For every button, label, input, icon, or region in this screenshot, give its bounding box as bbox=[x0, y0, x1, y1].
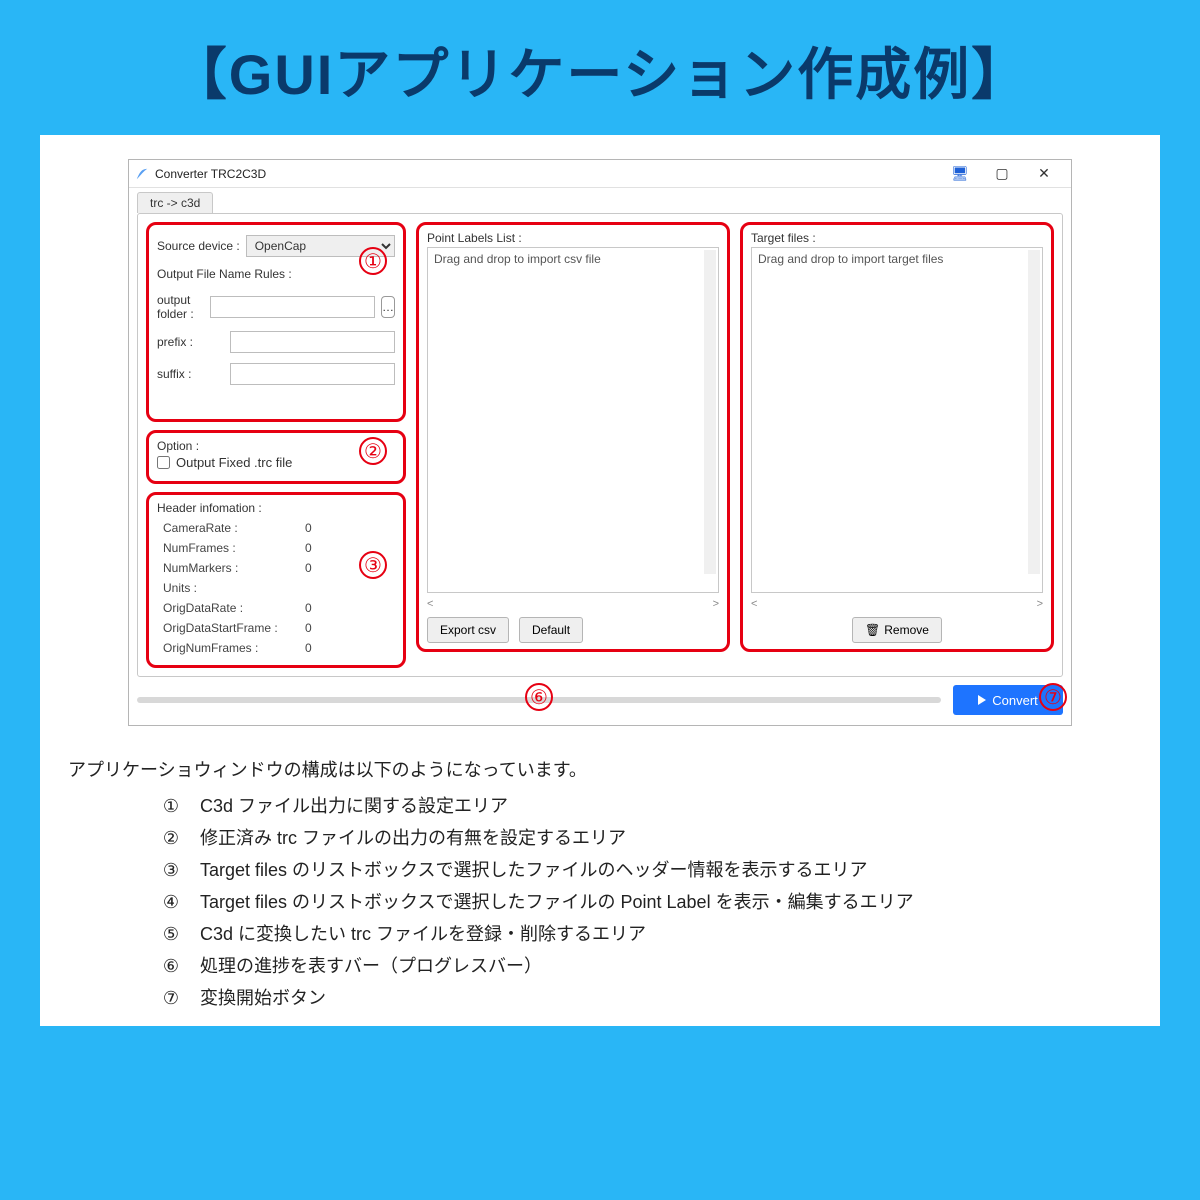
description-intro: アプリケーショウィンドウの構成は以下のようになっています。 bbox=[68, 756, 1132, 782]
titlebar: Converter TRC2C3D 🖥 ▢ ✕ bbox=[129, 160, 1071, 188]
scrollbar-vertical[interactable] bbox=[704, 250, 716, 574]
legend-list: ①C3d ファイル出力に関する設定エリア ②修正済み trc ファイルの出力の有… bbox=[68, 792, 1132, 1010]
app-window: Converter TRC2C3D 🖥 ▢ ✕ trc -> c3d ① Sou… bbox=[128, 159, 1072, 726]
target-files-area: ⑤ Target files : Drag and drop to import… bbox=[740, 222, 1054, 652]
output-fixed-checkbox[interactable] bbox=[157, 456, 170, 469]
scrollbar-horizontal[interactable]: < > bbox=[751, 597, 1043, 611]
maximize-icon[interactable]: ▢ bbox=[981, 165, 1023, 182]
remove-button[interactable]: 🗑 Remove bbox=[852, 617, 942, 643]
list-item: ⑦変換開始ボタン bbox=[158, 984, 1132, 1010]
option-legend: Option : bbox=[157, 439, 395, 453]
settings-area: ① Source device : OpenCap Output File Na… bbox=[146, 222, 406, 422]
default-button[interactable]: Default bbox=[519, 617, 583, 643]
list-item: ⑥処理の進捗を表すバー（プログレスバー） bbox=[158, 952, 1132, 978]
trash-icon: 🗑 bbox=[865, 623, 880, 637]
scrollbar-vertical[interactable] bbox=[1028, 250, 1040, 574]
export-csv-button[interactable]: Export csv bbox=[427, 617, 509, 643]
content-panel: Converter TRC2C3D 🖥 ▢ ✕ trc -> c3d ① Sou… bbox=[40, 135, 1160, 1026]
suffix-input[interactable] bbox=[230, 363, 395, 385]
point-labels-legend: Point Labels List : bbox=[427, 231, 719, 245]
scrollbar-horizontal[interactable]: < > bbox=[427, 597, 719, 611]
source-device-label: Source device : bbox=[157, 239, 240, 253]
option-area: ② Option : Output Fixed .trc file bbox=[146, 430, 406, 484]
play-icon bbox=[978, 695, 986, 705]
scroll-left-icon[interactable]: < bbox=[751, 598, 757, 610]
point-labels-listbox[interactable]: Drag and drop to import csv file bbox=[427, 247, 719, 593]
monitor-icon[interactable]: 🖥 bbox=[939, 165, 981, 182]
output-fixed-checkbox-row[interactable]: Output Fixed .trc file bbox=[157, 455, 395, 470]
source-device-select[interactable]: OpenCap bbox=[246, 235, 395, 257]
target-files-legend: Target files : bbox=[751, 231, 1043, 245]
tab-trc-c3d[interactable]: trc -> c3d bbox=[137, 192, 213, 213]
scroll-right-icon[interactable]: > bbox=[1037, 598, 1043, 610]
point-labels-placeholder: Drag and drop to import csv file bbox=[434, 252, 601, 266]
table-row: OrigNumFrames :0 bbox=[159, 639, 393, 657]
tab-strip: trc -> c3d bbox=[129, 188, 1071, 213]
convert-button[interactable]: Convert bbox=[953, 685, 1063, 715]
table-row: OrigDataRate :0 bbox=[159, 599, 393, 617]
list-item: ③Target files のリストボックスで選択したファイルのヘッダー情報を表… bbox=[158, 856, 1132, 882]
close-icon[interactable]: ✕ bbox=[1023, 165, 1065, 182]
header-info-area: ③ Header infomation : CameraRate :0 NumF… bbox=[146, 492, 406, 668]
table-row: Units : bbox=[159, 579, 393, 597]
window-title: Converter TRC2C3D bbox=[155, 167, 266, 181]
table-row: NumFrames :0 bbox=[159, 539, 393, 557]
description: アプリケーショウィンドウの構成は以下のようになっています。 ①C3d ファイル出… bbox=[68, 744, 1132, 1010]
output-folder-input[interactable] bbox=[210, 296, 375, 318]
target-files-placeholder: Drag and drop to import target files bbox=[758, 252, 943, 266]
app-body: ① Source device : OpenCap Output File Na… bbox=[137, 213, 1063, 677]
prefix-label: prefix : bbox=[157, 335, 224, 349]
target-files-listbox[interactable]: Drag and drop to import target files bbox=[751, 247, 1043, 593]
list-item: ②修正済み trc ファイルの出力の有無を設定するエリア bbox=[158, 824, 1132, 850]
annotation-6: ⑥ bbox=[525, 683, 553, 711]
table-row: OrigDataStartFrame :0 bbox=[159, 619, 393, 637]
progress-bar: ⑥ bbox=[137, 697, 941, 703]
prefix-input[interactable] bbox=[230, 331, 395, 353]
app-icon bbox=[135, 167, 149, 181]
suffix-label: suffix : bbox=[157, 367, 224, 381]
list-item: ④Target files のリストボックスで選択したファイルの Point L… bbox=[158, 888, 1132, 914]
scroll-right-icon[interactable]: > bbox=[713, 598, 719, 610]
output-folder-label: output folder : bbox=[157, 293, 204, 321]
bottom-bar: ⑥ Convert ⑦ bbox=[137, 685, 1063, 715]
table-row: NumMarkers :0 bbox=[159, 559, 393, 577]
page-title: 【GUIアプリケーション作成例】 bbox=[0, 0, 1200, 135]
point-labels-area: ④ Point Labels List : Drag and drop to i… bbox=[416, 222, 730, 652]
table-row: CameraRate :0 bbox=[159, 519, 393, 537]
rules-legend: Output File Name Rules : bbox=[157, 267, 395, 281]
output-fixed-label: Output Fixed .trc file bbox=[176, 455, 292, 470]
list-item: ⑤C3d に変換したい trc ファイルを登録・削除するエリア bbox=[158, 920, 1132, 946]
header-legend: Header infomation : bbox=[157, 501, 395, 515]
browse-button[interactable]: … bbox=[381, 296, 395, 318]
scroll-left-icon[interactable]: < bbox=[427, 598, 433, 610]
list-item: ①C3d ファイル出力に関する設定エリア bbox=[158, 792, 1132, 818]
header-table: CameraRate :0 NumFrames :0 NumMarkers :0… bbox=[157, 517, 395, 659]
